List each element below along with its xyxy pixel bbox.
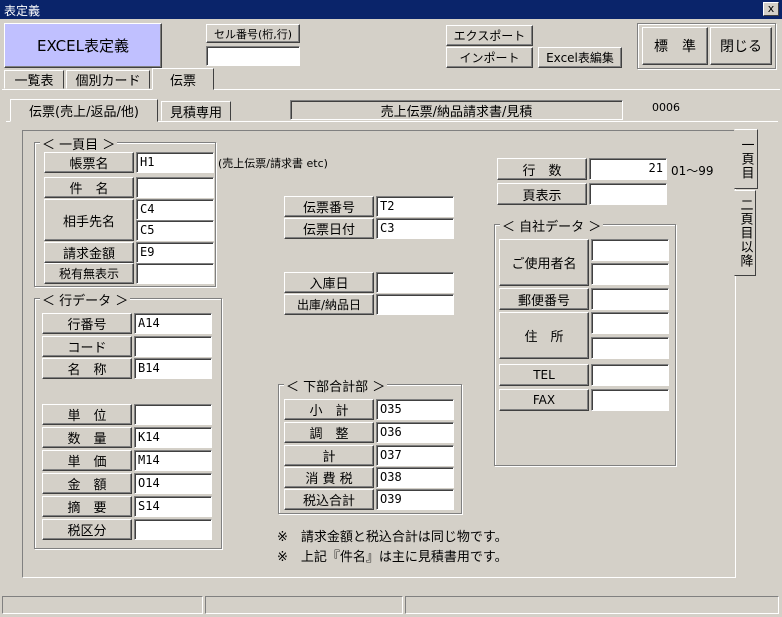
subject-label: 件 名 — [44, 177, 134, 198]
window-titlebar: 表定義 — [0, 0, 782, 19]
user-name-label: ご使用者名 — [499, 239, 589, 286]
total-field[interactable]: O37 — [376, 445, 454, 466]
fax-label: FAX — [499, 389, 589, 411]
slip-number-field[interactable]: T2 — [376, 196, 454, 217]
delivery-date-label: 出庫/納品日 — [284, 294, 374, 315]
subtotal-label: 小 計 — [284, 399, 374, 420]
receipt-date-field[interactable] — [376, 272, 454, 293]
tax-included-total-label: 税込合計 — [284, 489, 374, 510]
slip-date-label: 伝票日付 — [284, 218, 374, 239]
company-group-title: ＜ 自社データ ＞ — [500, 216, 604, 235]
export-button[interactable]: エクスポート — [446, 25, 533, 46]
close-window-icon[interactable]: x — [763, 2, 779, 16]
tax-category-label: 税区分 — [42, 519, 132, 540]
row-count-field[interactable]: 21 — [589, 158, 667, 180]
remarks-field[interactable]: S14 — [134, 496, 212, 517]
excel-definition-button[interactable]: EXCEL表定義 — [4, 23, 162, 68]
item-name-field[interactable]: B14 — [134, 358, 212, 379]
tab-page-1[interactable]: 一頁目 — [734, 129, 758, 189]
consumption-tax-field[interactable]: O38 — [376, 467, 454, 488]
unit-field[interactable] — [134, 404, 212, 425]
tel-label: TEL — [499, 364, 589, 386]
delivery-date-field[interactable] — [376, 294, 454, 315]
import-button[interactable]: インポート — [446, 47, 533, 68]
quantity-field[interactable]: K14 — [134, 427, 212, 448]
consumption-tax-label: 消 費 税 — [284, 467, 374, 488]
tax-included-total-field[interactable]: O39 — [376, 489, 454, 510]
unit-price-label: 単 価 — [42, 450, 132, 471]
customer-name-field-1[interactable]: C4 — [136, 199, 214, 220]
row-count-range: 01～99 — [671, 164, 714, 178]
remarks-label: 摘 要 — [42, 496, 132, 517]
customer-name-label: 相手先名 — [44, 199, 134, 241]
form-name-label: 帳票名 — [44, 152, 134, 173]
address-field-1[interactable] — [591, 312, 669, 334]
tel-field[interactable] — [591, 364, 669, 386]
code-label: コード — [42, 336, 132, 357]
page-display-field[interactable] — [589, 183, 667, 205]
address-label: 住 所 — [499, 312, 589, 359]
window-title: 表定義 — [4, 4, 41, 18]
user-name-field-1[interactable] — [591, 239, 669, 261]
status-pane-1 — [2, 596, 203, 614]
item-name-label: 名 称 — [42, 358, 132, 379]
billing-amount-label: 請求金額 — [44, 242, 134, 263]
quantity-label: 数 量 — [42, 427, 132, 448]
status-pane-3 — [405, 596, 779, 614]
line-data-group-title: ＜ 行データ ＞ — [40, 290, 131, 309]
tax-category-field[interactable] — [134, 519, 212, 540]
tab-list[interactable]: 一覧表 — [4, 70, 64, 89]
line-number-field[interactable]: A14 — [134, 313, 212, 334]
unit-label: 単 位 — [42, 404, 132, 425]
standard-button[interactable]: 標 準 — [642, 27, 708, 65]
status-pane-2 — [205, 596, 403, 614]
slip-type-title: 売上伝票/納品請求書/見積 — [290, 100, 623, 120]
tax-display-label: 税有無表示 — [44, 263, 134, 284]
zip-code-field[interactable] — [591, 288, 669, 310]
subtotal-field[interactable]: O35 — [376, 399, 454, 420]
note-2: ※ 上記『件名』は主に見積書用です。 — [277, 550, 508, 565]
page1-group-title: ＜ 一頁目 ＞ — [40, 134, 118, 153]
unit-price-field[interactable]: M14 — [134, 450, 212, 471]
adjustment-field[interactable]: O36 — [376, 422, 454, 443]
slip-number-label: 伝票番号 — [284, 196, 374, 217]
tax-display-field[interactable] — [136, 263, 214, 284]
receipt-date-label: 入庫日 — [284, 272, 374, 293]
code-field[interactable] — [134, 336, 212, 357]
subject-field[interactable] — [136, 177, 214, 198]
form-name-hint: (売上伝票/請求書 etc) — [218, 157, 328, 170]
billing-amount-field[interactable]: E9 — [136, 242, 214, 263]
form-name-field[interactable]: H1 — [136, 152, 214, 173]
zip-code-label: 郵便番号 — [499, 288, 589, 310]
excel-edit-button[interactable]: Excel表編集 — [538, 47, 622, 68]
tab-estimate[interactable]: 見積専用 — [161, 101, 231, 121]
page-display-label: 頁表示 — [497, 183, 587, 205]
tab-page-2[interactable]: 二頁目以降 — [734, 190, 756, 276]
cell-number-field[interactable] — [206, 46, 300, 66]
slip-code: 0006 — [652, 101, 680, 114]
row-count-label: 行 数 — [497, 158, 587, 180]
user-name-field-2[interactable] — [591, 263, 669, 285]
totals-group-title: ＜ 下部合計部 ＞ — [284, 376, 388, 395]
address-field-2[interactable] — [591, 337, 669, 359]
amount-field[interactable]: O14 — [134, 473, 212, 494]
tab-slip[interactable]: 伝票 — [152, 68, 214, 90]
fax-field[interactable] — [591, 389, 669, 411]
amount-label: 金 額 — [42, 473, 132, 494]
total-label: 計 — [284, 445, 374, 466]
tab-slip-sales[interactable]: 伝票(売上/返品/他) — [10, 99, 158, 122]
tab-card[interactable]: 個別カード — [66, 70, 150, 89]
line-number-label: 行番号 — [42, 313, 132, 334]
slip-date-field[interactable]: C3 — [376, 218, 454, 239]
note-1: ※ 請求金額と税込合計は同じ物です。 — [277, 530, 508, 545]
adjustment-label: 調 整 — [284, 422, 374, 443]
close-button[interactable]: 閉じる — [710, 27, 772, 65]
main-tab-line — [2, 89, 780, 90]
cell-number-label: セル番号(桁,行) — [206, 24, 300, 43]
customer-name-field-2[interactable]: C5 — [136, 220, 214, 241]
